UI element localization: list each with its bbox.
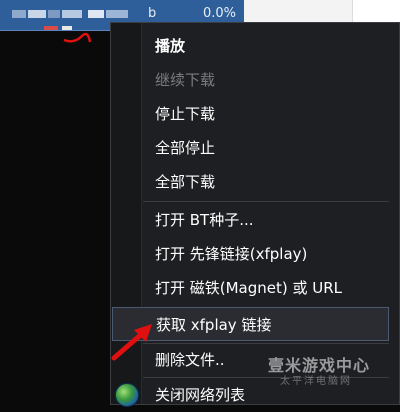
- redacted-filename-block: [48, 10, 60, 18]
- red-arrow-annotation: [111, 324, 152, 361]
- redacted-filename-block: [28, 10, 46, 18]
- menu-item-resume-download[interactable]: 继续下载: [112, 63, 389, 97]
- watermark-subtext: 太平洋电脑网: [280, 376, 352, 387]
- menu-item-stop-all[interactable]: 全部停止: [112, 131, 389, 165]
- menu-item-open-xfplay-link[interactable]: 打开 先锋链接(xfplay): [112, 237, 389, 271]
- task-name-fragment: b: [148, 6, 157, 21]
- menu-item-open-bt-seed[interactable]: 打开 BT种子...: [112, 203, 389, 237]
- redacted-filename-block: [44, 26, 58, 30]
- menu-item-play[interactable]: 播放: [112, 29, 389, 63]
- redacted-filename-block: [12, 10, 26, 18]
- menu-separator: [143, 201, 389, 202]
- menu-item-download-all[interactable]: 全部下载: [112, 165, 389, 199]
- task-progress: 0.0%: [202, 6, 236, 21]
- redacted-filename-block: [106, 10, 128, 18]
- menu-item-open-magnet-url[interactable]: 打开 磁铁(Magnet) 或 URL: [112, 271, 389, 305]
- menu-item-stop-download[interactable]: 停止下载: [112, 97, 389, 131]
- red-mark-annotation: [63, 32, 92, 43]
- redacted-filename-block: [62, 10, 82, 18]
- redacted-filename-block: [88, 10, 104, 18]
